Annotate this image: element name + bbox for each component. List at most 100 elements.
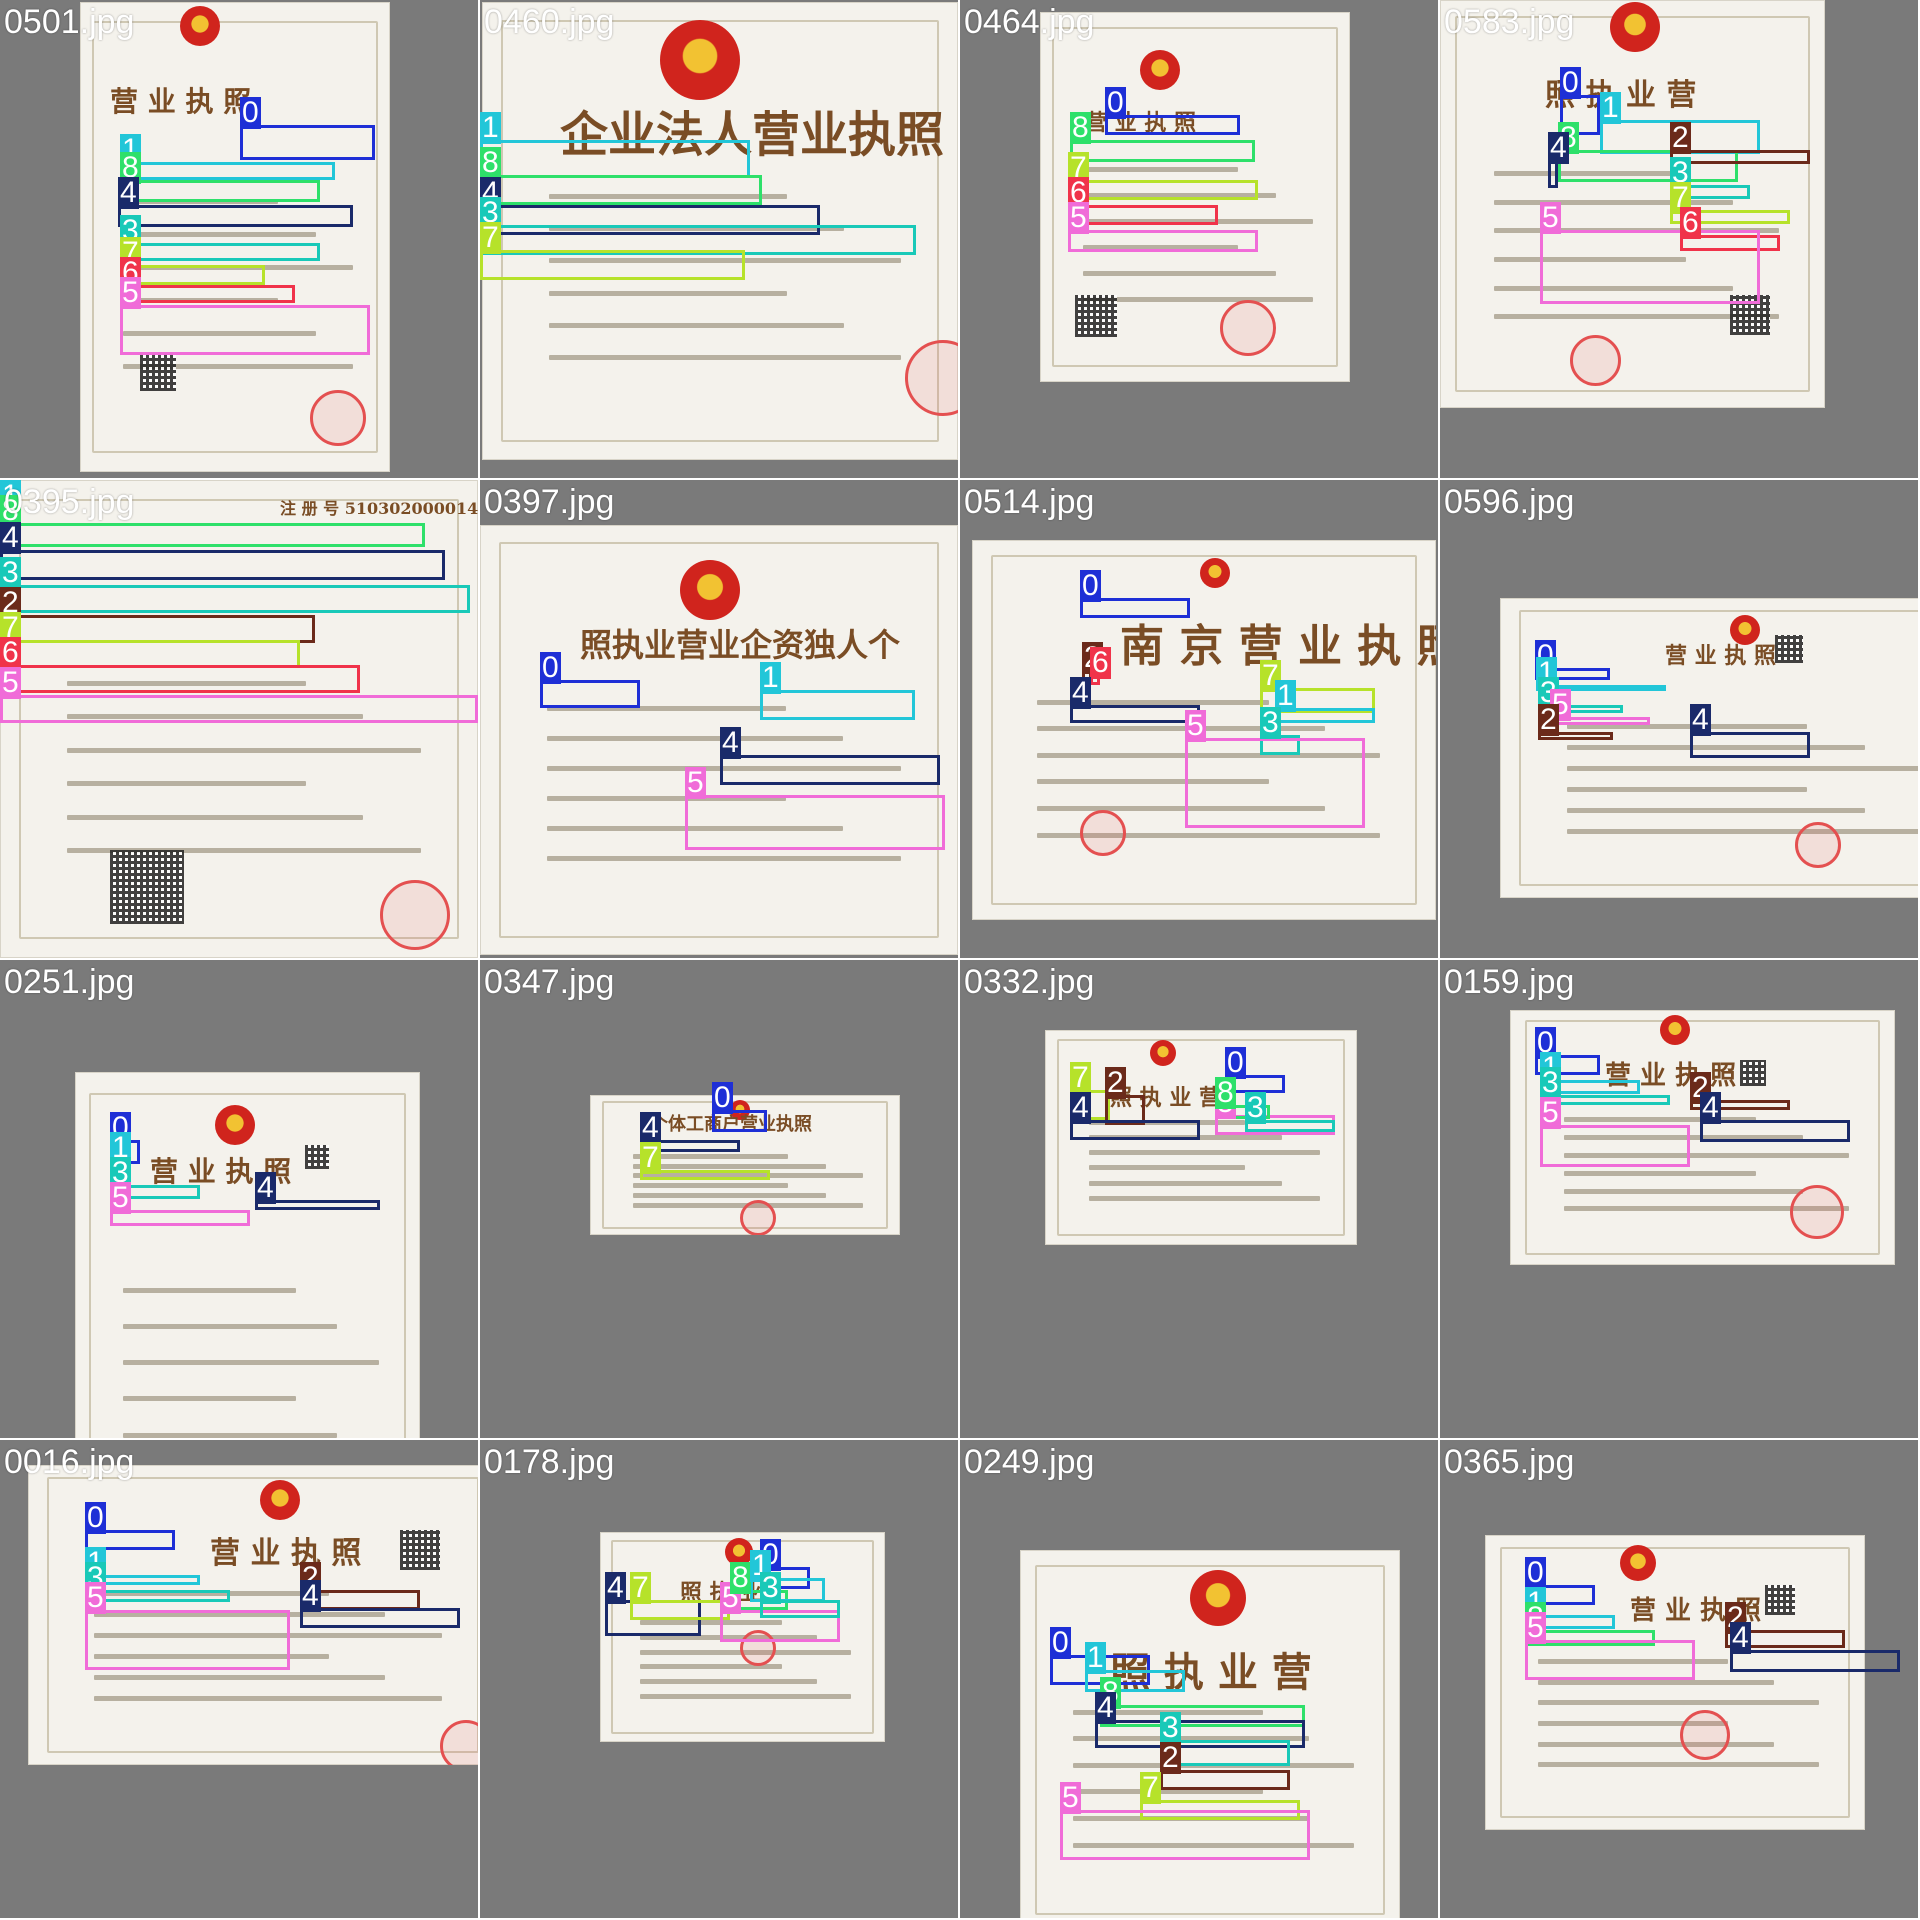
image-filename: 0365.jpg (1444, 1443, 1575, 1481)
official-seal (1080, 810, 1126, 856)
detection-class-label: 3 (760, 1571, 781, 1604)
detection-class-label: 0 (1105, 86, 1126, 119)
document-text-line (633, 1183, 789, 1189)
detection-box (1525, 1640, 1695, 1680)
detection-box (1185, 738, 1365, 828)
detection-box (120, 243, 320, 261)
document-text-line (633, 1193, 826, 1198)
document-text-line (1563, 1188, 1803, 1194)
detection-class-label: 4 (1070, 676, 1091, 709)
detection-class-label: 3 (1260, 706, 1281, 739)
detection-class-label: 1 (1085, 1641, 1106, 1674)
detection-class-label: 3 (0, 556, 21, 589)
image-filename: 0249.jpg (964, 1443, 1095, 1481)
official-seal (310, 390, 366, 446)
detection-class-label: 5 (85, 1581, 106, 1614)
official-seal (380, 880, 450, 950)
image-tile: 营 业 执 照0132450159.jpg (1440, 960, 1918, 1438)
detection-class-label: 0 (240, 96, 261, 129)
detection-box (300, 1608, 460, 1628)
official-seal (1570, 335, 1621, 386)
document-heading: 注 册 号 510302000014926 (280, 499, 478, 518)
official-seal (1795, 822, 1841, 868)
image-filename: 0397.jpg (484, 483, 615, 521)
document-text-line (123, 1360, 379, 1366)
detection-class-label: 7 (630, 1571, 651, 1604)
image-tile: 南 京 营 业 执 照026471350514.jpg (960, 480, 1438, 958)
document-text-line (123, 232, 316, 238)
detection-box (0, 585, 470, 613)
document-text-line (1036, 726, 1325, 732)
document-text-line (1563, 1170, 1757, 1176)
detection-class-label: 6 (1680, 206, 1701, 239)
detection-class-label: 4 (0, 521, 21, 554)
detection-box (1068, 180, 1258, 200)
prediction-grid: 营 业 执 照 0 1 8 4 3 7 6 5 0501.jpg 企业法人营业执照 1 8 4 3 7 0460… (0, 0, 1920, 1920)
license-document: 照 执 业 营 (1440, 0, 1825, 408)
detection-class-label: 3 (1160, 1711, 1181, 1744)
detection-box (0, 695, 478, 723)
detection-class-label: 5 (1060, 1781, 1081, 1814)
document-text-line (639, 1693, 851, 1699)
document-text-line (1538, 1679, 1774, 1685)
detection-box (118, 205, 353, 227)
image-tile: 个体工商户营业执照 0 4 7 0347.jpg (480, 960, 958, 1438)
qr-code (1075, 295, 1117, 337)
image-filename: 0501.jpg (4, 3, 135, 41)
detection-class-label: 0 (1560, 66, 1581, 99)
document-text-line (66, 781, 306, 787)
official-seal (1220, 300, 1276, 356)
detection-box (85, 1610, 290, 1670)
detection-box (0, 665, 360, 693)
detection-box (1670, 150, 1810, 164)
image-filename: 0395.jpg (4, 483, 135, 521)
image-tile: 照 执 业 营018432750249.jpg (960, 1440, 1438, 1918)
detection-box (85, 1590, 230, 1602)
detection-box (760, 690, 915, 720)
detection-class-label: 7 (1140, 1771, 1161, 1804)
document-text-line (1538, 1700, 1820, 1706)
image-tile: 营 业 执 照0185240365.jpg (1440, 1440, 1918, 1918)
detection-class-label: 4 (1095, 1691, 1116, 1724)
document-heading: 照执业营业企资独人个 (580, 626, 901, 664)
detection-box (685, 795, 945, 850)
document-heading: 营 业 执 照 (210, 1536, 362, 1571)
detection-class-label: 0 (1050, 1626, 1071, 1659)
qr-code (305, 1145, 329, 1169)
detection-class-label: 2 (1105, 1066, 1126, 1099)
detection-class-label: 5 (120, 276, 141, 309)
image-filename: 0159.jpg (1444, 963, 1575, 1001)
detection-class-label: 8 (1070, 111, 1091, 144)
qr-code (1775, 635, 1803, 663)
detection-class-label: 6 (0, 636, 21, 669)
official-seal (1790, 1185, 1844, 1239)
detection-box (1068, 205, 1218, 225)
document-text-line (1567, 829, 1918, 834)
qr-code (1740, 1060, 1766, 1086)
image-tile: 营 业 执 照 0 1 3 5 2 4 0596.jpg (1440, 480, 1918, 958)
detection-class-label: 0 (85, 1501, 106, 1534)
national-emblem-icon (180, 6, 220, 46)
image-tile: 注 册 号 510302000014926184327650395.jpg (0, 480, 478, 958)
document-text-line (1088, 1165, 1245, 1171)
detection-class-label: 4 (720, 726, 741, 759)
detection-box (120, 180, 320, 202)
document-text-line (93, 1696, 442, 1701)
detection-class-label: 1 (760, 661, 781, 694)
image-filename: 0251.jpg (4, 963, 135, 1001)
national-emblem-icon (260, 1480, 300, 1520)
detection-box (0, 550, 445, 580)
detection-class-label: 7 (640, 1141, 661, 1174)
image-filename: 0347.jpg (484, 963, 615, 1001)
detection-box (120, 285, 295, 303)
document-text-line (1538, 1741, 1774, 1747)
official-seal (740, 1200, 776, 1235)
detection-box (480, 175, 762, 205)
document-text-line (548, 354, 901, 360)
national-emblem-icon (1140, 50, 1180, 90)
document-text-line (66, 747, 421, 753)
image-filename: 0596.jpg (1444, 483, 1575, 521)
document-text-line (633, 1163, 826, 1169)
image-tile: 营 业 执 照 0 8 7 6 5 0464.jpg (960, 0, 1438, 478)
document-text-line (1083, 271, 1276, 276)
